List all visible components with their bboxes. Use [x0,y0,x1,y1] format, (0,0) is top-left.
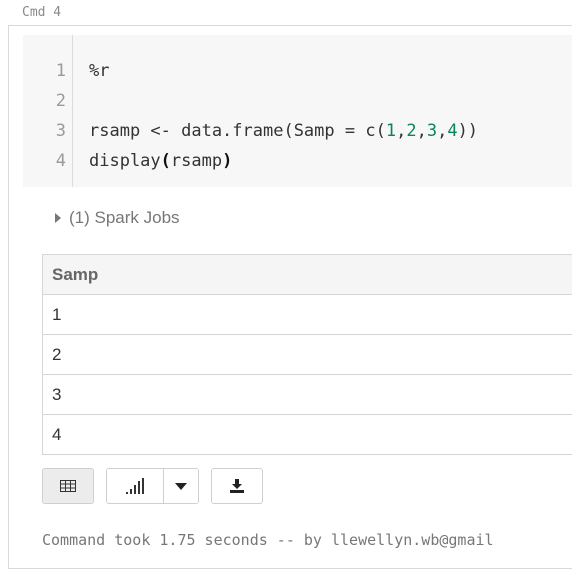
chart-view-group [106,468,199,504]
spark-jobs-toggle[interactable]: (1) Spark Jobs [55,208,180,228]
results-toolbar [42,468,263,504]
table-row: 4 [42,415,572,455]
code-token: , [396,121,407,141]
code-token: %r [89,61,110,81]
spark-jobs-label: (1) Spark Jobs [69,208,180,227]
caret-down-icon [175,482,187,490]
code-token: rsamp [170,151,223,171]
line-number: 1 [55,61,66,81]
table-view-button[interactable] [42,468,94,504]
code-line-4[interactable]: display(rsamp) [89,151,232,171]
code-token: 1 [385,121,397,141]
code-token: , [416,121,427,141]
code-token: display [89,151,161,171]
table-header-samp[interactable]: Samp [42,254,572,295]
command-status: Command took 1.75 seconds -- by llewelly… [42,531,494,549]
table-icon [60,480,76,492]
table-row: 2 [42,335,572,375]
code-token: 3 [426,121,438,141]
code-token: rsamp <- data.frame(Samp = c( [89,121,386,141]
chart-view-button[interactable] [107,469,163,503]
code-line-1[interactable]: %r [89,61,109,81]
line-number: 3 [55,121,66,141]
command-label: Cmd 4 [22,5,62,20]
download-icon [230,479,244,493]
line-number: 4 [55,151,66,171]
code-token: )) [457,121,479,141]
code-editor[interactable]: 1 2 3 4 %r rsamp <- data.frame(Samp = c(… [23,35,572,187]
chart-options-dropdown[interactable] [163,469,198,503]
code-line-3[interactable]: rsamp <- data.frame(Samp = c(1,2,3,4)) [89,121,478,141]
table-row: 3 [42,375,572,415]
code-token: ( [160,151,171,171]
results-table: Samp 1 2 3 4 [42,254,572,455]
notebook-page: Cmd 4 1 2 3 4 %r rsamp <- data.frame(Sam… [0,0,572,578]
bar-chart-icon [126,478,144,494]
caret-right-icon [55,213,61,223]
code-token: 4 [447,121,458,141]
code-token: 2 [406,121,417,141]
download-button[interactable] [211,468,263,504]
table-row: 1 [42,295,572,335]
code-token: ) [222,151,233,171]
code-token: , [437,121,448,141]
notebook-cell[interactable]: 1 2 3 4 %r rsamp <- data.frame(Samp = c(… [8,25,572,569]
line-number: 2 [55,91,66,111]
line-number-gutter: 1 2 3 4 [23,35,73,187]
